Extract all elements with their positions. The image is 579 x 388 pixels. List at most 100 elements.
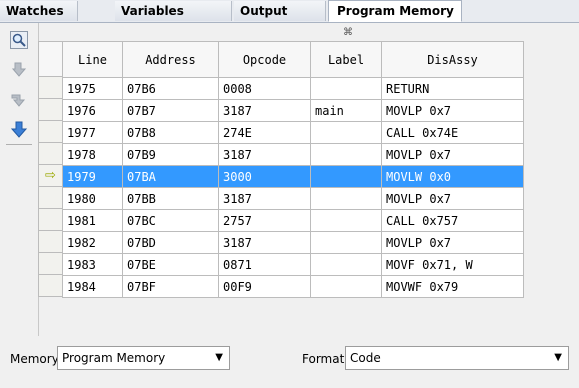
line-cell: 1982	[62, 231, 123, 254]
tab-program-memory-label: Program Memory	[337, 4, 454, 18]
bottom-bar: Memory Program Memory ▼ Format Code ▼	[0, 337, 579, 388]
tab-watches[interactable]: Watches	[0, 1, 78, 21]
line-cell: 1980	[62, 187, 123, 210]
disassy-cell: CALL 0x74E	[381, 121, 524, 144]
label-cell	[310, 121, 382, 144]
gutter-cell[interactable]	[38, 99, 62, 121]
opcode-cell: 3187	[218, 143, 311, 166]
step-down-icon[interactable]	[10, 121, 28, 139]
address-cell: 07B8	[122, 121, 219, 144]
step-into-icon[interactable]	[10, 61, 28, 79]
label-cell	[310, 143, 382, 166]
line-cell: 1979	[62, 165, 123, 188]
address-cell: 07B7	[122, 99, 219, 122]
column-header-line[interactable]: Line	[62, 41, 123, 78]
address-cell: 07BA	[122, 165, 219, 188]
table-row[interactable]: 1975 07B6 0008 RETURN	[62, 77, 524, 100]
label-cell: main	[310, 99, 382, 122]
close-tab-icon[interactable]: ⌘	[343, 27, 353, 38]
tab-variables[interactable]: Variables	[115, 1, 232, 21]
tab-output[interactable]: Output	[234, 1, 326, 21]
line-cell: 1978	[62, 143, 123, 166]
table-row[interactable]: 1978 07B9 3187 MOVLP 0x7	[62, 143, 524, 166]
line-cell: 1976	[62, 99, 123, 122]
toolbar-divider	[6, 144, 32, 145]
column-header-opcode[interactable]: Opcode	[218, 41, 311, 78]
opcode-cell: 0008	[218, 77, 311, 100]
gutter-cell[interactable]	[38, 253, 62, 275]
memory-label: Memory	[10, 352, 59, 366]
address-cell: 07BD	[122, 231, 219, 254]
disassy-cell: MOVLW 0x0	[381, 165, 524, 188]
disassy-cell: CALL 0x757	[381, 209, 524, 232]
table-row[interactable]: 1984 07BF 00F9 MOVWF 0x79	[62, 275, 524, 298]
line-cell: 1975	[62, 77, 123, 100]
opcode-cell: 2757	[218, 209, 311, 232]
disassy-cell: MOVF 0x71, W	[381, 253, 524, 276]
line-cell: 1977	[62, 121, 123, 144]
gutter-cell[interactable]	[38, 209, 62, 231]
label-cell	[310, 253, 382, 276]
disassy-cell: RETURN	[381, 77, 524, 100]
disassy-cell: MOVLP 0x7	[381, 187, 524, 210]
opcode-cell: 3187	[218, 231, 311, 254]
program-counter-arrow-icon: ⇨	[45, 168, 56, 183]
label-cell	[310, 77, 382, 100]
table-row[interactable]: 1980 07BB 3187 MOVLP 0x7	[62, 187, 524, 210]
format-select[interactable]: Code ▼	[345, 346, 569, 370]
magnifier-icon[interactable]	[10, 31, 28, 49]
line-cell: 1983	[62, 253, 123, 276]
memory-select[interactable]: Program Memory ▼	[57, 346, 230, 370]
format-select-value: Code	[350, 351, 381, 365]
table-row[interactable]: 1982 07BD 3187 MOVLP 0x7	[62, 231, 524, 254]
gutter-cell[interactable]	[38, 77, 62, 99]
gutter-header	[38, 41, 62, 77]
gutter-cell[interactable]: ⇨	[38, 165, 62, 187]
gutter-cell[interactable]	[38, 187, 62, 209]
disassy-cell: MOVWF 0x79	[381, 275, 524, 298]
address-cell: 07BE	[122, 253, 219, 276]
chevron-down-icon: ▼	[215, 352, 223, 363]
disassy-cell: MOVLP 0x7	[381, 231, 524, 254]
label-cell	[310, 275, 382, 298]
disassy-cell: MOVLP 0x7	[381, 99, 524, 122]
label-cell	[310, 231, 382, 254]
table-row[interactable]: 1977 07B8 274E CALL 0x74E	[62, 121, 524, 144]
column-header-disassy[interactable]: DisAssy	[381, 41, 524, 78]
opcode-cell: 3187	[218, 99, 311, 122]
memory-select-value: Program Memory	[62, 351, 166, 365]
step-over-icon[interactable]	[10, 91, 28, 109]
line-cell: 1984	[62, 275, 123, 298]
opcode-cell: 274E	[218, 121, 311, 144]
opcode-cell: 00F9	[218, 275, 311, 298]
vertical-toolbar	[0, 23, 39, 336]
tab-program-memory[interactable]: Program Memory ⌘	[328, 0, 462, 38]
column-header-label[interactable]: Label	[310, 41, 382, 78]
tab-bar: Watches Variables Output Program Memory …	[0, 0, 579, 38]
address-cell: 07BB	[122, 187, 219, 210]
program-memory-table: Line Address Opcode Label DisAssy 1975 07…	[62, 41, 524, 298]
opcode-cell: 3000	[218, 165, 311, 188]
chevron-down-icon: ▼	[554, 352, 562, 363]
gutter-cell[interactable]	[38, 121, 62, 143]
table-row[interactable]: 1983 07BE 0871 MOVF 0x71, W	[62, 253, 524, 276]
address-cell: 07B9	[122, 143, 219, 166]
label-cell	[310, 187, 382, 210]
line-cell: 1981	[62, 209, 123, 232]
format-label: Format	[302, 352, 345, 366]
address-cell: 07BC	[122, 209, 219, 232]
opcode-cell: 3187	[218, 187, 311, 210]
table-row[interactable]: 1976 07B7 3187 main MOVLP 0x7	[62, 99, 524, 122]
table-row[interactable]: 1979 07BA 3000 MOVLW 0x0	[62, 165, 524, 188]
label-cell	[310, 209, 382, 232]
table-header-row: Line Address Opcode Label DisAssy	[62, 41, 524, 78]
column-header-address[interactable]: Address	[122, 41, 219, 78]
gutter-cell[interactable]	[38, 275, 62, 297]
disassy-cell: MOVLP 0x7	[381, 143, 524, 166]
gutter-cell[interactable]	[38, 143, 62, 165]
gutter-cell[interactable]	[38, 231, 62, 253]
address-cell: 07B6	[122, 77, 219, 100]
table-row[interactable]: 1981 07BC 2757 CALL 0x757	[62, 209, 524, 232]
gutter-column: ⇨	[38, 77, 62, 297]
label-cell	[310, 165, 382, 188]
